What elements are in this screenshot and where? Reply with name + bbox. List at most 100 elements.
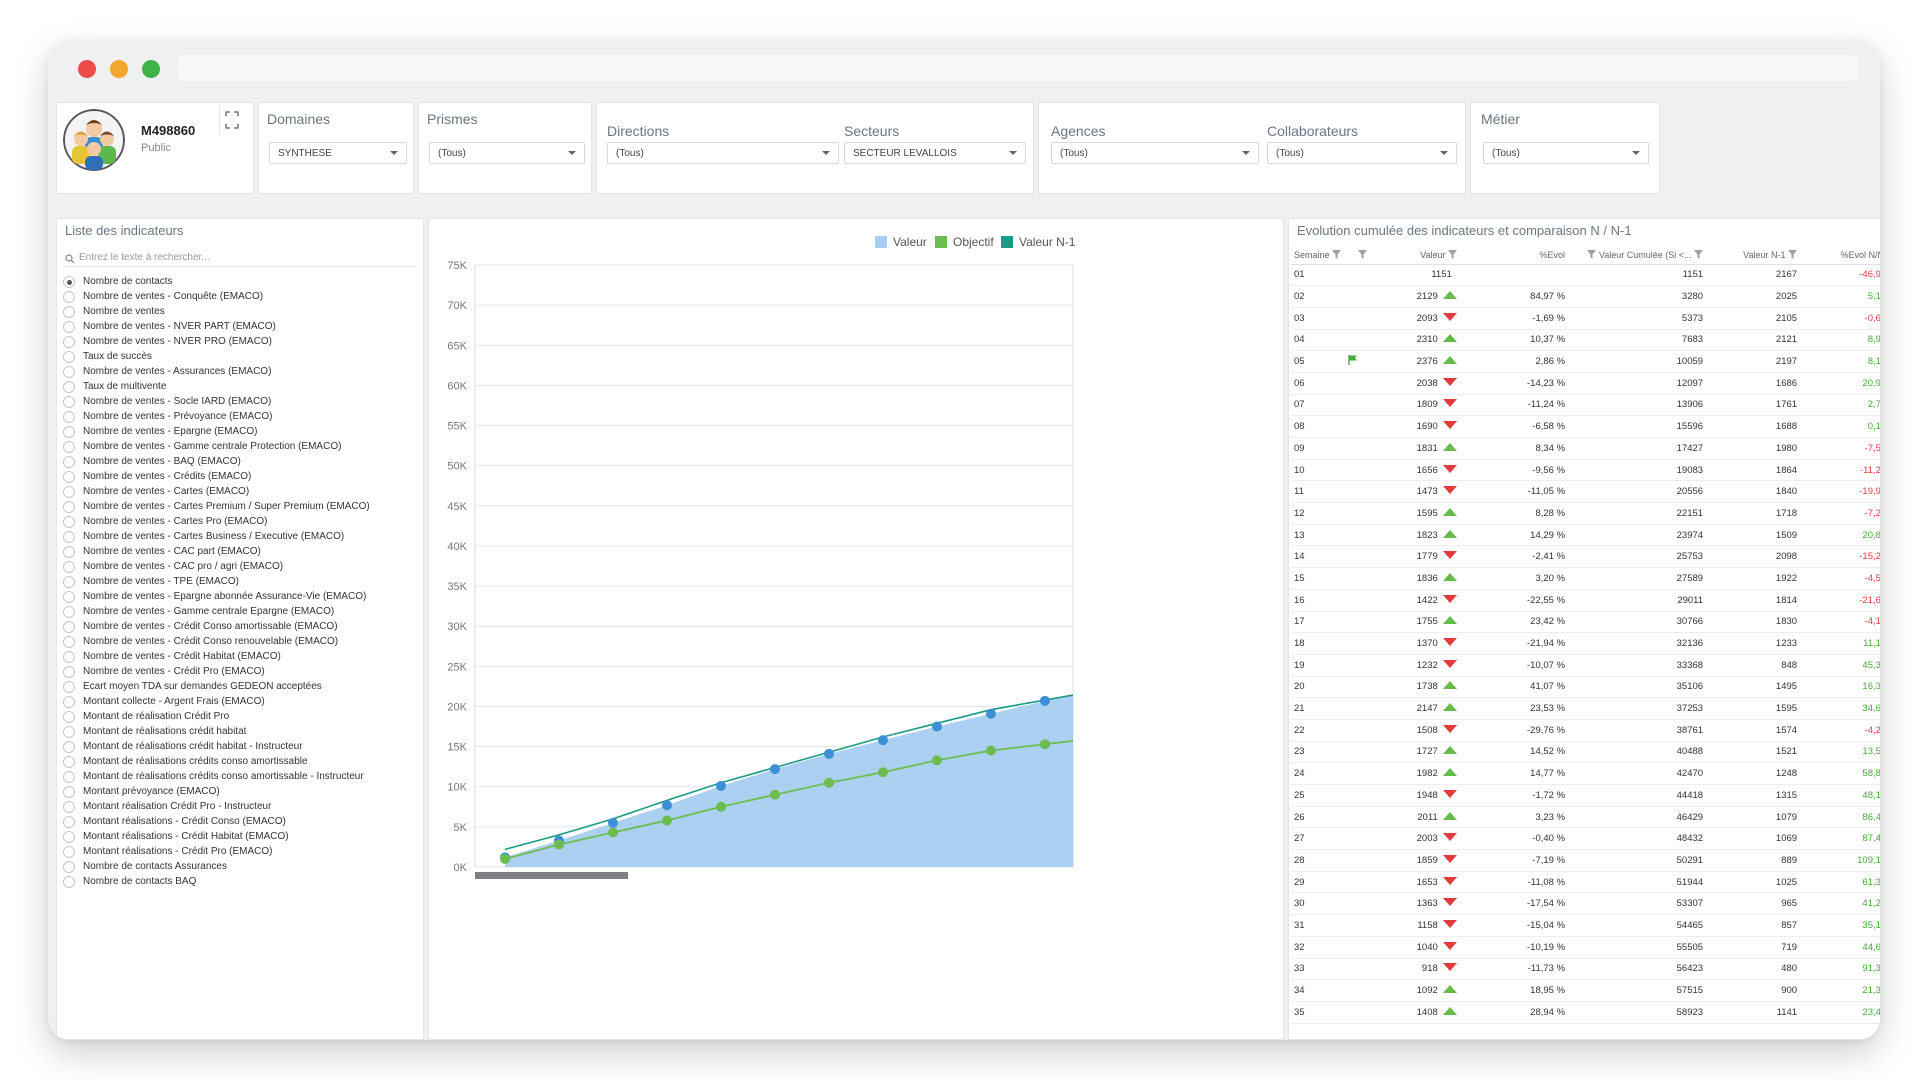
valeur-point[interactable] xyxy=(716,780,726,791)
indicator-radio[interactable] xyxy=(63,771,75,783)
indicator-radio[interactable] xyxy=(63,366,75,378)
agences-dropdown[interactable]: (Tous) xyxy=(1051,142,1259,164)
indicator-radio[interactable] xyxy=(63,426,75,438)
indicator-radio[interactable] xyxy=(63,441,75,453)
domaines-dropdown[interactable]: SYNTHESE xyxy=(269,142,407,164)
objectif-point[interactable] xyxy=(986,745,996,756)
valeur-point[interactable] xyxy=(608,817,618,828)
indicator-radio[interactable] xyxy=(63,711,75,723)
table-row[interactable]: 08 1690 -6,58 %1559616880,1 % xyxy=(1291,415,1880,438)
table-row[interactable]: 04 2310 10,37 %768321218,9 % xyxy=(1291,329,1880,352)
objectif-point[interactable] xyxy=(878,767,888,778)
indicator-search-input[interactable]: Entrez le texte à rechercher... xyxy=(63,249,415,267)
table-row[interactable]: 05 2376 2,86 %1005921978,1 % xyxy=(1291,350,1880,373)
filter-icon[interactable] xyxy=(1448,249,1458,259)
indicator-radio[interactable] xyxy=(63,531,75,543)
valeur-point[interactable] xyxy=(878,735,888,746)
objectif-point[interactable] xyxy=(554,839,564,850)
table-row[interactable]: 07 1809 -11,24 %1390617612,7 % xyxy=(1291,394,1880,417)
valeur-point[interactable] xyxy=(662,800,672,811)
indicator-radio[interactable] xyxy=(63,276,75,288)
col-semaine[interactable]: Semaine xyxy=(1291,246,1345,265)
table-row[interactable]: 13 1823 14,29 %23974150920,8 % xyxy=(1291,524,1880,547)
filter-icon[interactable] xyxy=(1694,249,1704,259)
table-row[interactable]: 21 2147 23,53 %37253159534,6 % xyxy=(1291,697,1880,720)
filter-icon[interactable] xyxy=(1587,249,1597,259)
indicator-radio[interactable] xyxy=(63,651,75,663)
metier-dropdown[interactable]: (Tous) xyxy=(1483,142,1649,164)
indicator-radio[interactable] xyxy=(63,291,75,303)
table-row[interactable]: 06 2038 -14,23 %12097168620,9 % xyxy=(1291,372,1880,395)
col-valeur-cumulee[interactable]: Valeur Cumulée (Si <... xyxy=(1568,246,1707,265)
indicator-radio[interactable] xyxy=(63,606,75,618)
table-row[interactable]: 18 1370 -21,94 %32136123311,1 % xyxy=(1291,632,1880,655)
indicator-radio[interactable] xyxy=(63,756,75,768)
col-evol-n-n1[interactable]: %Evol N/N-1 xyxy=(1800,246,1880,265)
indicator-radio[interactable] xyxy=(63,561,75,573)
objectif-point[interactable] xyxy=(662,815,672,826)
collaborateurs-dropdown[interactable]: (Tous) xyxy=(1267,142,1457,164)
table-row[interactable]: 15 1836 3,20 %275891922-4,5 % xyxy=(1291,567,1880,590)
valeur-point[interactable] xyxy=(824,748,834,759)
table-row[interactable]: 25 1948 -1,72 %44418131548,1 % xyxy=(1291,784,1880,807)
table-row[interactable]: 33 918 -11,73 %5642348091,3 % xyxy=(1291,958,1880,981)
filter-icon[interactable] xyxy=(1332,249,1342,259)
filter-icon[interactable] xyxy=(1788,249,1798,259)
col-valeur-n1[interactable]: Valeur N-1 xyxy=(1706,246,1801,265)
col-evol[interactable]: %Evol xyxy=(1460,246,1569,265)
indicator-radio[interactable] xyxy=(63,846,75,858)
prismes-dropdown[interactable]: (Tous) xyxy=(429,142,585,164)
table-row[interactable]: 17 1755 23,42 %307661830-4,1 % xyxy=(1291,611,1880,634)
table-row[interactable]: 09 1831 8,34 %174271980-7,5 % xyxy=(1291,437,1880,460)
address-bar[interactable] xyxy=(178,55,1858,81)
table-row[interactable]: 34 1092 18,95 %5751590021,3 % xyxy=(1291,979,1880,1002)
objectif-point[interactable] xyxy=(824,777,834,788)
table-row[interactable]: 03 2093 -1,69 %53732105-0,6 % xyxy=(1291,307,1880,330)
indicator-radio[interactable] xyxy=(63,636,75,648)
indicator-radio[interactable] xyxy=(63,456,75,468)
close-window-button[interactable] xyxy=(78,60,96,78)
indicator-radio[interactable] xyxy=(63,501,75,513)
minimize-window-button[interactable] xyxy=(110,60,128,78)
indicator-radio[interactable] xyxy=(63,741,75,753)
table-row[interactable]: 35 1408 28,94 %58923114123,4 % xyxy=(1291,1001,1880,1024)
indicator-radio[interactable] xyxy=(63,816,75,828)
valeur-point[interactable] xyxy=(986,708,996,719)
table-row[interactable]: 02 2129 84,97 %328020255,1 % xyxy=(1291,285,1880,308)
indicator-radio[interactable] xyxy=(63,576,75,588)
indicator-radio[interactable] xyxy=(63,396,75,408)
table-row[interactable]: 20 1738 41,07 %35106149516,3 % xyxy=(1291,676,1880,699)
indicator-radio[interactable] xyxy=(63,591,75,603)
objectif-point[interactable] xyxy=(932,755,942,766)
objectif-point[interactable] xyxy=(716,801,726,812)
objectif-point[interactable] xyxy=(1040,739,1050,750)
table-row[interactable]: 10 1656 -9,56 %190831864-11,2 % xyxy=(1291,459,1880,482)
chart-scrollbar[interactable] xyxy=(475,872,628,879)
objectif-point[interactable] xyxy=(608,827,618,838)
table-row[interactable]: 31 1158 -15,04 %5446585735,1 % xyxy=(1291,914,1880,937)
fullscreen-button[interactable] xyxy=(219,105,243,135)
objectif-point[interactable] xyxy=(770,789,780,800)
indicator-radio[interactable] xyxy=(63,411,75,423)
indicator-radio[interactable] xyxy=(63,681,75,693)
indicator-radio[interactable] xyxy=(63,621,75,633)
filter-icon[interactable] xyxy=(1358,249,1368,259)
indicator-radio[interactable] xyxy=(63,666,75,678)
table-row[interactable]: 29 1653 -11,08 %51944102561,3 % xyxy=(1291,871,1880,894)
table-row[interactable]: 24 1982 14,77 %42470124858,8 % xyxy=(1291,762,1880,785)
indicator-radio[interactable] xyxy=(63,336,75,348)
indicator-radio[interactable] xyxy=(63,726,75,738)
indicator-radio[interactable] xyxy=(63,801,75,813)
table-row[interactable]: 19 1232 -10,07 %3336884845,3 % xyxy=(1291,654,1880,677)
indicator-radio[interactable] xyxy=(63,321,75,333)
maximize-window-button[interactable] xyxy=(142,60,160,78)
table-row[interactable]: 11 1473 -11,05 %205561840-19,9 % xyxy=(1291,480,1880,504)
valeur-point[interactable] xyxy=(1040,695,1050,706)
indicator-radio[interactable] xyxy=(63,786,75,798)
col-flag[interactable] xyxy=(1344,246,1371,265)
indicator-radio[interactable] xyxy=(63,861,75,873)
indicator-radio[interactable] xyxy=(63,516,75,528)
indicator-radio[interactable] xyxy=(63,486,75,498)
indicator-radio[interactable] xyxy=(63,306,75,318)
indicator-radio[interactable] xyxy=(63,546,75,558)
